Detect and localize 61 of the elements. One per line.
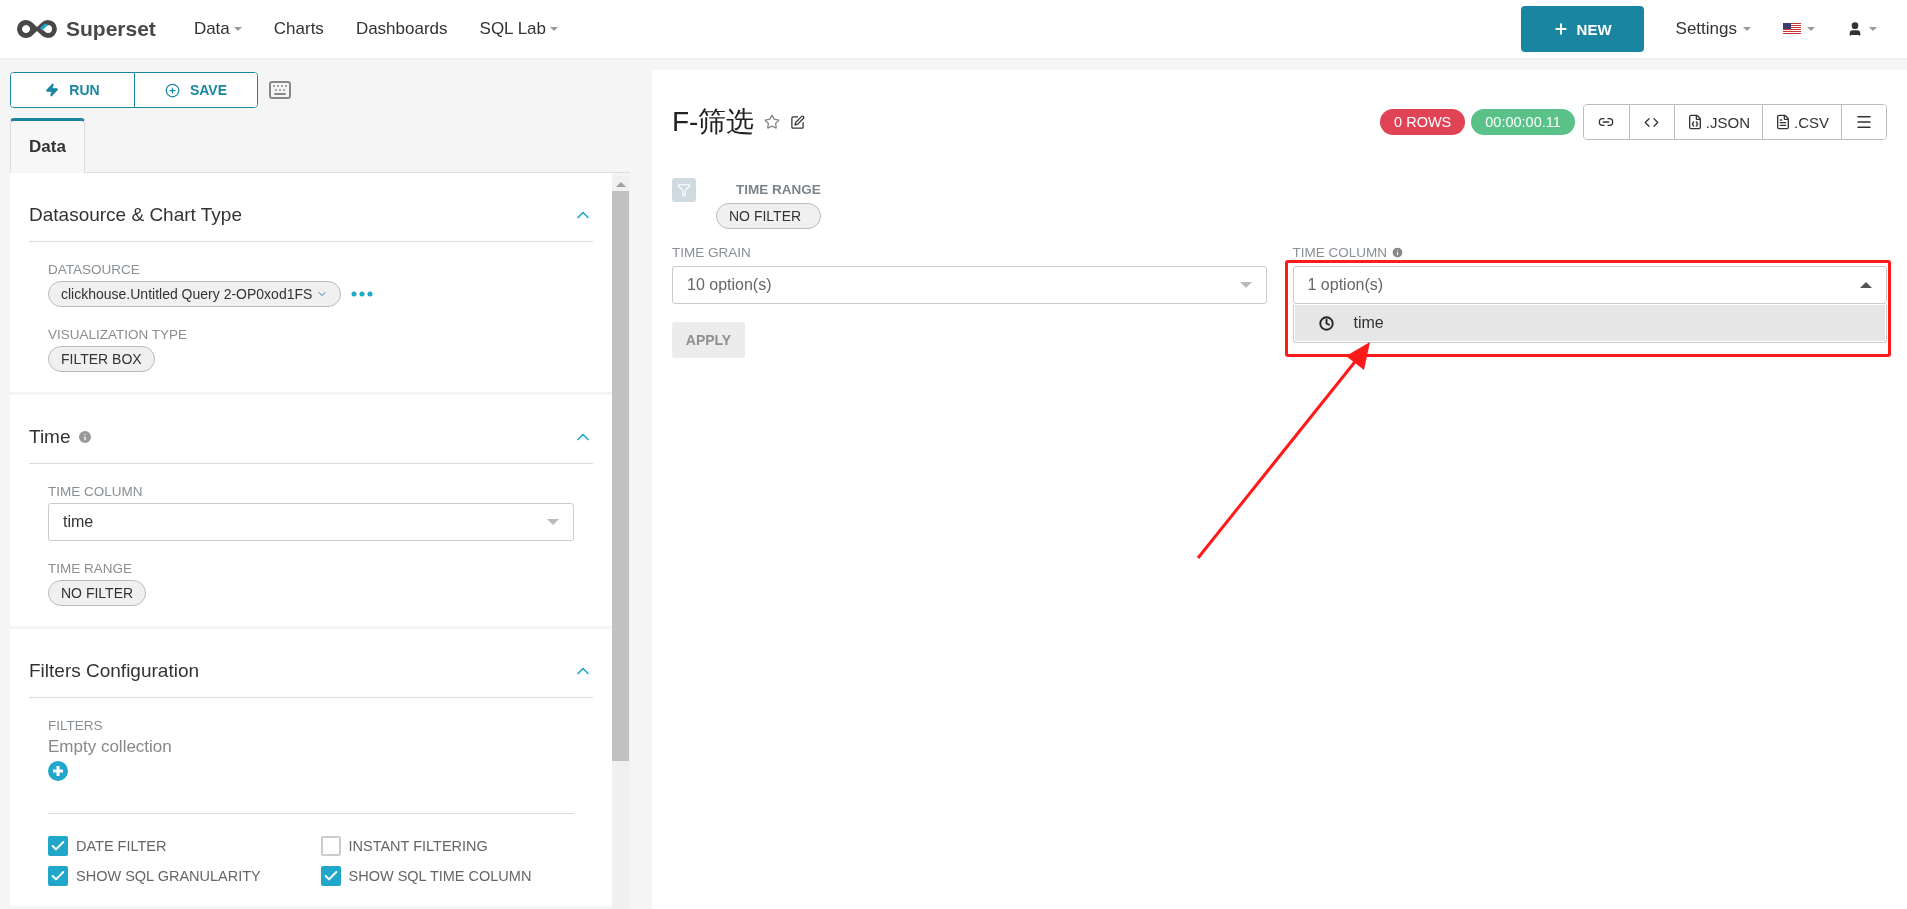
chart-title: F-筛选: [672, 105, 755, 139]
plus-icon: [164, 82, 180, 98]
field-label: VISUALIZATION TYPE: [48, 327, 189, 342]
brand-name: Superset: [66, 17, 156, 41]
user-icon: [1847, 21, 1863, 37]
run-button[interactable]: RUN: [11, 73, 134, 107]
settings-menu[interactable]: Settings: [1675, 19, 1751, 39]
field-label: TIME COLUMN: [48, 484, 144, 499]
time-range-pill[interactable]: NO FILTER: [716, 203, 821, 229]
row-count-badge: 0 ROWS: [1380, 109, 1466, 135]
empty-text: Empty collection: [48, 737, 173, 757]
time-grain-select[interactable]: 10 option(s): [672, 266, 1267, 304]
file-icon: [1686, 114, 1703, 130]
filter-icon: [672, 178, 696, 202]
section-title: Datasource & Chart Type: [29, 204, 242, 226]
nav-item[interactable]: Dashboards: [355, 19, 448, 39]
save-button[interactable]: SAVE: [134, 73, 257, 107]
datasource-select[interactable]: clickhouse.Untitled Query 2-OP0xod1FS: [48, 281, 342, 307]
edit-icon[interactable]: [790, 114, 806, 130]
user-menu[interactable]: [1847, 21, 1877, 37]
checkbox[interactable]: [48, 836, 68, 856]
language-menu[interactable]: [1783, 23, 1815, 35]
more-icon[interactable]: [351, 291, 374, 297]
nav-item[interactable]: Data: [193, 19, 242, 39]
field-label: TIME RANGE: [48, 561, 133, 576]
file-icon: [1775, 114, 1791, 130]
section-title: Time: [29, 426, 93, 448]
star-icon[interactable]: [764, 114, 781, 130]
tab[interactable]: Data: [10, 118, 85, 173]
checkbox-label: SHOW SQL GRANULARITY: [76, 868, 261, 884]
section-title: Filters Configuration: [29, 660, 200, 682]
field-label: TIME RANGE: [736, 182, 821, 197]
flag-icon[interactable]: [1783, 23, 1801, 35]
time-column-select[interactable]: time: [48, 503, 574, 541]
checkbox-label: SHOW SQL TIME COLUMN: [348, 868, 532, 884]
nav-item[interactable]: SQL Lab: [479, 19, 559, 39]
clock-icon: [1318, 315, 1334, 331]
keyboard-icon[interactable]: [268, 78, 292, 102]
checkbox[interactable]: [48, 866, 68, 886]
checkbox[interactable]: [320, 836, 341, 856]
plus-icon: [1552, 21, 1569, 37]
value-pill[interactable]: FILTER BOX: [48, 346, 155, 372]
logo-icon: [14, 17, 60, 41]
timer-badge: 00:00:00.11: [1471, 109, 1575, 135]
add-icon[interactable]: [48, 761, 68, 781]
checkbox-label: DATE FILTER: [76, 838, 167, 854]
menu-icon: [1855, 113, 1873, 131]
field-label: TIME COLUMN: [1292, 245, 1387, 260]
time-column-select[interactable]: 1 option(s): [1292, 266, 1887, 304]
scrollbar[interactable]: [612, 176, 630, 909]
menu-button[interactable]: [1841, 105, 1886, 139]
field-label: DATASOURCE: [48, 262, 141, 277]
bolt-icon: [45, 83, 60, 97]
checkbox-label: INSTANT FILTERING: [348, 838, 488, 854]
value-pill[interactable]: NO FILTER: [48, 580, 147, 606]
nav-item[interactable]: Charts: [273, 19, 324, 39]
dropdown-option[interactable]: time: [1294, 305, 1885, 341]
checkbox[interactable]: [320, 866, 341, 886]
new-button[interactable]: NEW: [1520, 6, 1644, 52]
field-label: TIME GRAIN: [672, 245, 752, 260]
field-label: FILTERS: [48, 718, 104, 733]
